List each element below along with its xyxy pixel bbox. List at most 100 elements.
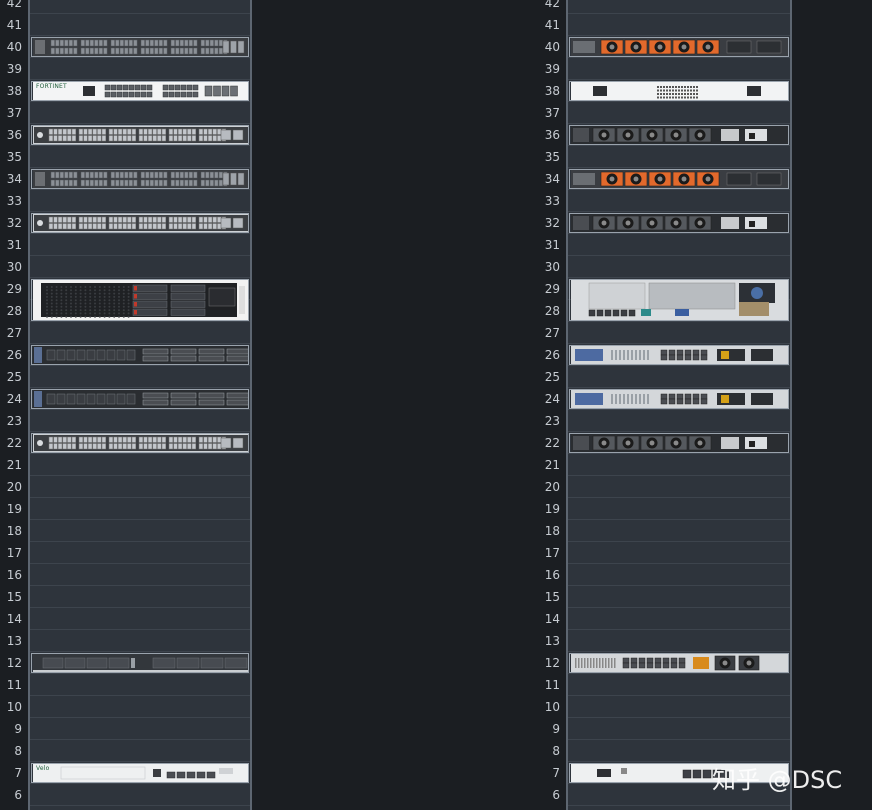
- firewall-rear-u38[interactable]: [569, 81, 789, 101]
- rack-unit-label: 13: [6, 634, 22, 648]
- rack-unit-row: [30, 520, 250, 542]
- rack-unit-row: [568, 630, 790, 652]
- rack-unit-label: 37: [6, 106, 22, 120]
- rack-unit-row: [30, 146, 250, 168]
- rack-unit-label: 27: [544, 326, 560, 340]
- rack-unit-label: 6: [552, 788, 560, 802]
- rack-unit-label: 23: [544, 414, 560, 428]
- rack-unit-label: 21: [6, 458, 22, 472]
- rack-unit-label: 12: [6, 656, 22, 670]
- switch-sfp-u36[interactable]: [31, 125, 249, 145]
- switch-48port-u40[interactable]: [31, 37, 249, 57]
- switch-rear-fans-u22[interactable]: [569, 433, 789, 453]
- rack-unit-row: [30, 322, 250, 344]
- rack-rail-right: [250, 0, 252, 810]
- rack-unit-row: [30, 498, 250, 520]
- rack-unit-label: 18: [6, 524, 22, 538]
- switch-48port-u34[interactable]: [31, 169, 249, 189]
- rack-unit-row: [568, 234, 790, 256]
- rack-unit-row: [30, 410, 250, 432]
- appliance-u7[interactable]: Velo: [31, 763, 249, 783]
- rack-unit-label: 24: [544, 392, 560, 406]
- rack-unit-row: [30, 696, 250, 718]
- rack-unit-label: 42: [544, 0, 560, 10]
- switch-rear-fans-orange-u40[interactable]: [569, 37, 789, 57]
- rack-unit-label: 9: [14, 722, 22, 736]
- rack-unit-row: [30, 476, 250, 498]
- rack-unit-label: 32: [544, 216, 560, 230]
- rack-unit-label: 14: [544, 612, 560, 626]
- switch-sfp-u32[interactable]: [31, 213, 249, 233]
- rack-unit-label: 14: [6, 612, 22, 626]
- rack-unit-label: 22: [544, 436, 560, 450]
- rack-unit-row: [568, 58, 790, 80]
- rack-unit-label: 42: [6, 0, 22, 10]
- rack-unit-label: 35: [6, 150, 22, 164]
- switch-rear-fans-orange-u34[interactable]: [569, 169, 789, 189]
- rack-unit-row: [30, 608, 250, 630]
- rack-unit-row: [30, 586, 250, 608]
- rack-unit-label: 38: [6, 84, 22, 98]
- server-rear-1u-u26[interactable]: [569, 345, 789, 365]
- rack-unit-row: [568, 190, 790, 212]
- rack-unit-label: 7: [14, 766, 22, 780]
- rack-unit-label: 40: [544, 40, 560, 54]
- rack-unit-row: [568, 542, 790, 564]
- rack-unit-row: [30, 102, 250, 124]
- rack-unit-label: 25: [6, 370, 22, 384]
- rack-unit-row: [568, 476, 790, 498]
- rack-unit-label: 27: [6, 326, 22, 340]
- server-1u-u24[interactable]: [31, 389, 249, 409]
- switch-rear-fans-u32[interactable]: [569, 213, 789, 233]
- server-rear-1u-u12[interactable]: [569, 653, 789, 673]
- rack-unit-row: [30, 58, 250, 80]
- rack-unit-label: 30: [6, 260, 22, 274]
- rack-unit-row: [568, 256, 790, 278]
- rack-unit-row: [30, 454, 250, 476]
- switch-rear-fans-u36[interactable]: [569, 125, 789, 145]
- rack-unit-row: [30, 564, 250, 586]
- rack-rail-right: [790, 0, 792, 810]
- rack-unit-row: [568, 498, 790, 520]
- rack-unit-label: 41: [6, 18, 22, 32]
- rack-unit-row: [568, 454, 790, 476]
- rack-unit-label: 17: [544, 546, 560, 560]
- server-2u-u28[interactable]: [31, 279, 249, 321]
- rack-unit-label: 36: [544, 128, 560, 142]
- rack-unit-label: 29: [6, 282, 22, 296]
- rack-unit-label: 36: [6, 128, 22, 142]
- rack-unit-label: 15: [6, 590, 22, 604]
- device-brand-label: Velo: [36, 765, 50, 772]
- firewall-u38[interactable]: FORTINET: [31, 81, 249, 101]
- rack-unit-label: 24: [6, 392, 22, 406]
- server-1u-u12[interactable]: [31, 653, 249, 673]
- rack-unit-label: 19: [6, 502, 22, 516]
- rack-unit-row: [30, 740, 250, 762]
- rack-unit-label: 8: [552, 744, 560, 758]
- rack-unit-label: 18: [544, 524, 560, 538]
- rack-unit-label: 20: [6, 480, 22, 494]
- rack-unit-row: [568, 14, 790, 36]
- rack-unit-label: 28: [6, 304, 22, 318]
- rack-unit-label: 22: [6, 436, 22, 450]
- rack-unit-row: [568, 740, 790, 762]
- rack-unit-label: 23: [6, 414, 22, 428]
- server-rear-2u-u28[interactable]: [569, 279, 789, 321]
- rack-unit-row: [568, 366, 790, 388]
- rack-unit-row: [30, 542, 250, 564]
- rack-unit-label: 41: [544, 18, 560, 32]
- rack-unit-row: [30, 234, 250, 256]
- rack-unit-label: 13: [544, 634, 560, 648]
- rack-unit-label: 12: [544, 656, 560, 670]
- rack-unit-label: 30: [544, 260, 560, 274]
- front-rack: 42 41 40 39 38 37 36 35 34 33 32 31 30 29 28 27 26 25 24 23…: [0, 0, 252, 810]
- rack-unit-row: [30, 14, 250, 36]
- server-1u-u26[interactable]: [31, 345, 249, 365]
- rack-unit-label: 29: [544, 282, 560, 296]
- rack-unit-label: 34: [6, 172, 22, 186]
- switch-sfp-u22[interactable]: [31, 433, 249, 453]
- rack-unit-row: [30, 190, 250, 212]
- server-rear-1u-u24[interactable]: [569, 389, 789, 409]
- rack-unit-label: 39: [6, 62, 22, 76]
- rack-unit-label: 40: [6, 40, 22, 54]
